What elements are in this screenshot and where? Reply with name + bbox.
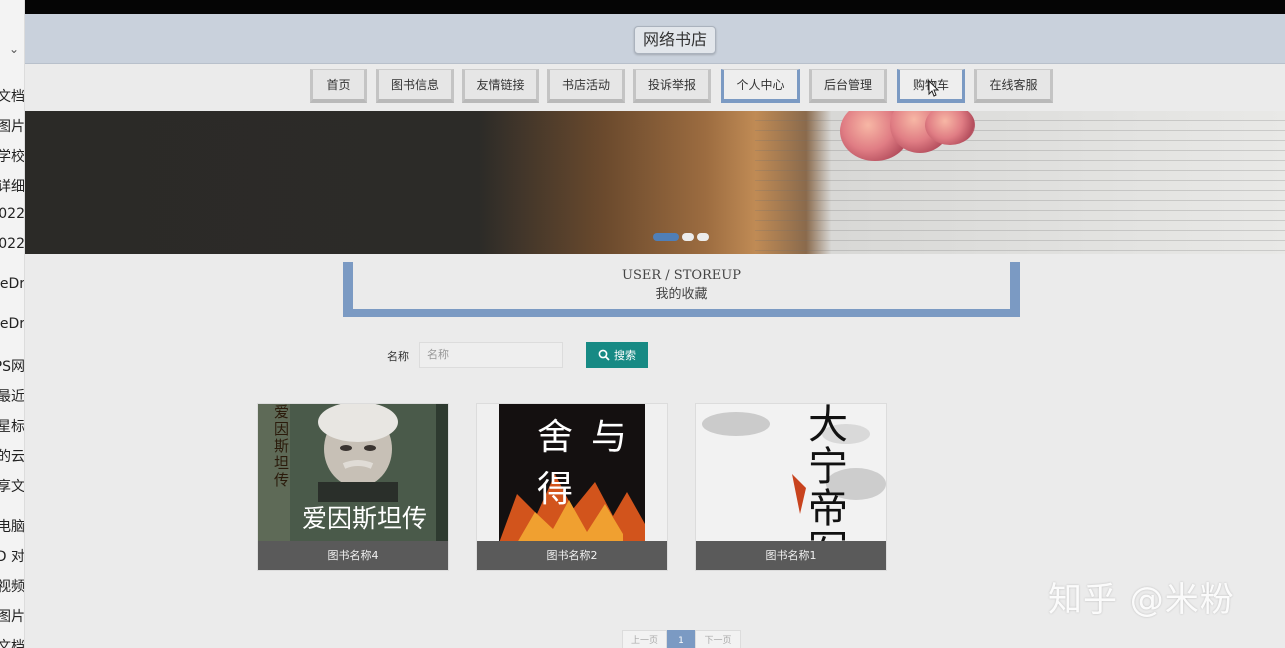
sidebar-item[interactable]: 2022 [0,236,24,252]
section-title-cn: 我的收藏 [655,287,708,302]
sidebar-item[interactable]: D 对 [0,546,24,566]
cover-title: 舍与得 [537,417,646,510]
sidebar-item[interactable]: 我的云 [0,446,24,466]
nav-item-activities[interactable]: 书店活动 [547,69,625,103]
cover-side-text: 爱因斯坦传 [274,404,290,489]
book-card[interactable]: 爱因斯坦传 爱因斯坦传 图书名称4 [257,403,449,571]
nav-item-user-center[interactable]: 个人中心 [721,69,800,103]
nav-item-customer-service[interactable]: 在线客服 [974,69,1053,103]
main-nav: 首页 图书信息 友情链接 书店活动 投诉举报 个人中心 后台管理 购物车 在线客… [25,64,1285,111]
sidebar-item[interactable]: 文档 [0,86,24,106]
pagination-prev[interactable]: 上一页 [622,630,667,648]
nav-item-home[interactable]: 首页 [310,69,367,103]
sidebar-item[interactable]: 8详细 [0,176,24,196]
sidebar-item[interactable]: eDr [0,316,24,332]
cover-title: 爱因斯坦传 [302,504,428,533]
site-header: 网络书店 [25,14,1285,64]
carousel-dot[interactable] [697,233,709,241]
carousel-dot[interactable] [682,233,694,241]
section-title-en: USER / STOREUP [622,268,741,283]
sidebar-item[interactable]: 2022 [0,206,24,222]
search-label: 名称 [387,350,409,363]
carousel-dot[interactable] [653,233,679,241]
search-button-label: 搜索 [614,349,636,362]
background-window-sidebar: ⌄ 文档 图片 学校 8详细 2022 2022 eDr eDr PS网 最近 … [0,0,25,648]
sidebar-item[interactable]: eDr [0,276,24,292]
nav-item-links[interactable]: 友情链接 [462,69,539,103]
chevron-down-icon[interactable]: ⌄ [9,42,19,56]
watermark: 知乎 @米粉 [1048,580,1235,620]
nav-item-book-info[interactable]: 图书信息 [376,69,454,103]
cover-title: 大宁帝军 [808,404,848,543]
sidebar-item[interactable]: 最近 [0,386,24,406]
book-card[interactable]: 舍与得 图书名称2 [476,403,668,571]
book-title[interactable]: 图书名称1 [696,541,886,570]
browser-top-bar [25,0,1285,14]
sidebar-item[interactable]: PS网 [0,356,24,376]
book-title[interactable]: 图书名称2 [477,541,667,570]
sidebar-item[interactable]: 星标 [0,416,24,436]
pagination-next[interactable]: 下一页 [695,630,741,648]
pagination-current-page[interactable]: 1 [667,630,695,648]
sidebar-item[interactable]: 共享文 [0,476,24,496]
sidebar-item[interactable]: 文档 [0,636,24,648]
nav-item-complaints[interactable]: 投诉举报 [633,69,711,103]
book-cover: 爱因斯坦传 爱因斯坦传 [258,404,448,543]
banner-music-sheet [755,111,1285,254]
sidebar-item[interactable]: 学校 [0,146,24,166]
sidebar-item[interactable]: 图片 [0,606,24,626]
book-cover: 舍与得 [477,404,667,543]
sidebar-item[interactable]: 电脑 [0,516,24,536]
section-heading: USER / STOREUP 我的收藏 [343,262,1020,317]
book-title[interactable]: 图书名称4 [258,541,448,570]
search-input[interactable] [419,342,563,368]
mouse-cursor-icon [928,80,940,97]
nav-item-admin[interactable]: 后台管理 [809,69,887,103]
sidebar-item[interactable]: 图片 [0,116,24,136]
sidebar-item[interactable]: 视频 [0,576,24,596]
book-cover: 大宁帝军 [696,404,886,543]
book-card[interactable]: 大宁帝军 图书名称1 [695,403,887,571]
book-cover-image [696,404,886,543]
site-title: 网络书店 [634,26,717,54]
search-button[interactable]: 搜索 [586,342,648,368]
search-icon [598,349,610,361]
